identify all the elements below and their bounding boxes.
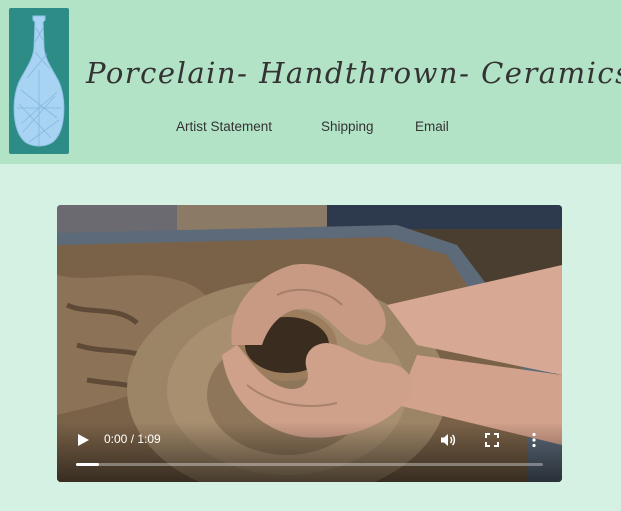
video-player[interactable]: 0:00 / 1:09 xyxy=(57,205,562,482)
volume-icon[interactable] xyxy=(440,432,456,448)
video-controls xyxy=(57,422,562,482)
vase-logo-icon xyxy=(13,15,65,147)
nav-shipping[interactable]: Shipping xyxy=(321,119,415,134)
nav-artist-statement[interactable]: Artist Statement xyxy=(176,119,321,134)
video-time: 0:00 / 1:09 xyxy=(104,432,161,446)
main-nav: Artist Statement Shipping Email xyxy=(176,119,449,134)
nav-email[interactable]: Email xyxy=(415,119,449,134)
site-header: Porcelain- Handthrown- Ceramics Artist S… xyxy=(0,0,621,164)
site-title: Porcelain- Handthrown- Ceramics xyxy=(86,56,621,90)
video-progress-fill xyxy=(76,463,100,466)
fullscreen-icon[interactable] xyxy=(485,433,499,447)
video-progress-bar[interactable] xyxy=(76,463,543,466)
more-options-icon[interactable] xyxy=(531,432,537,448)
site-logo[interactable] xyxy=(9,8,69,154)
play-icon[interactable] xyxy=(76,433,90,447)
